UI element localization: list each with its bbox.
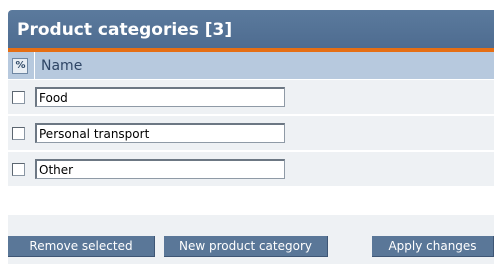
toggle-selection-icon[interactable]: %	[12, 57, 28, 74]
table-row	[8, 80, 494, 116]
category-name-input[interactable]	[35, 123, 285, 143]
row-checkbox[interactable]	[12, 126, 25, 140]
panel-footer: Remove selected New product category App…	[8, 215, 494, 264]
column-header-name: Name	[41, 57, 83, 74]
table-row	[8, 116, 494, 152]
new-product-category-button[interactable]: New product category	[164, 236, 328, 257]
apply-changes-button[interactable]: Apply changes	[372, 236, 494, 257]
row-checkbox[interactable]	[12, 90, 25, 104]
category-name-input[interactable]	[35, 159, 285, 179]
product-categories-panel: Product categories [3] % Name Remove sel…	[8, 10, 494, 264]
remove-selected-button[interactable]: Remove selected	[8, 236, 155, 257]
row-checkbox[interactable]	[12, 162, 25, 176]
panel-title: Product categories [3]	[8, 10, 494, 52]
category-name-input[interactable]	[35, 87, 285, 107]
table-row	[8, 152, 494, 188]
header-divider	[34, 52, 35, 79]
table-header: % Name	[8, 52, 494, 80]
